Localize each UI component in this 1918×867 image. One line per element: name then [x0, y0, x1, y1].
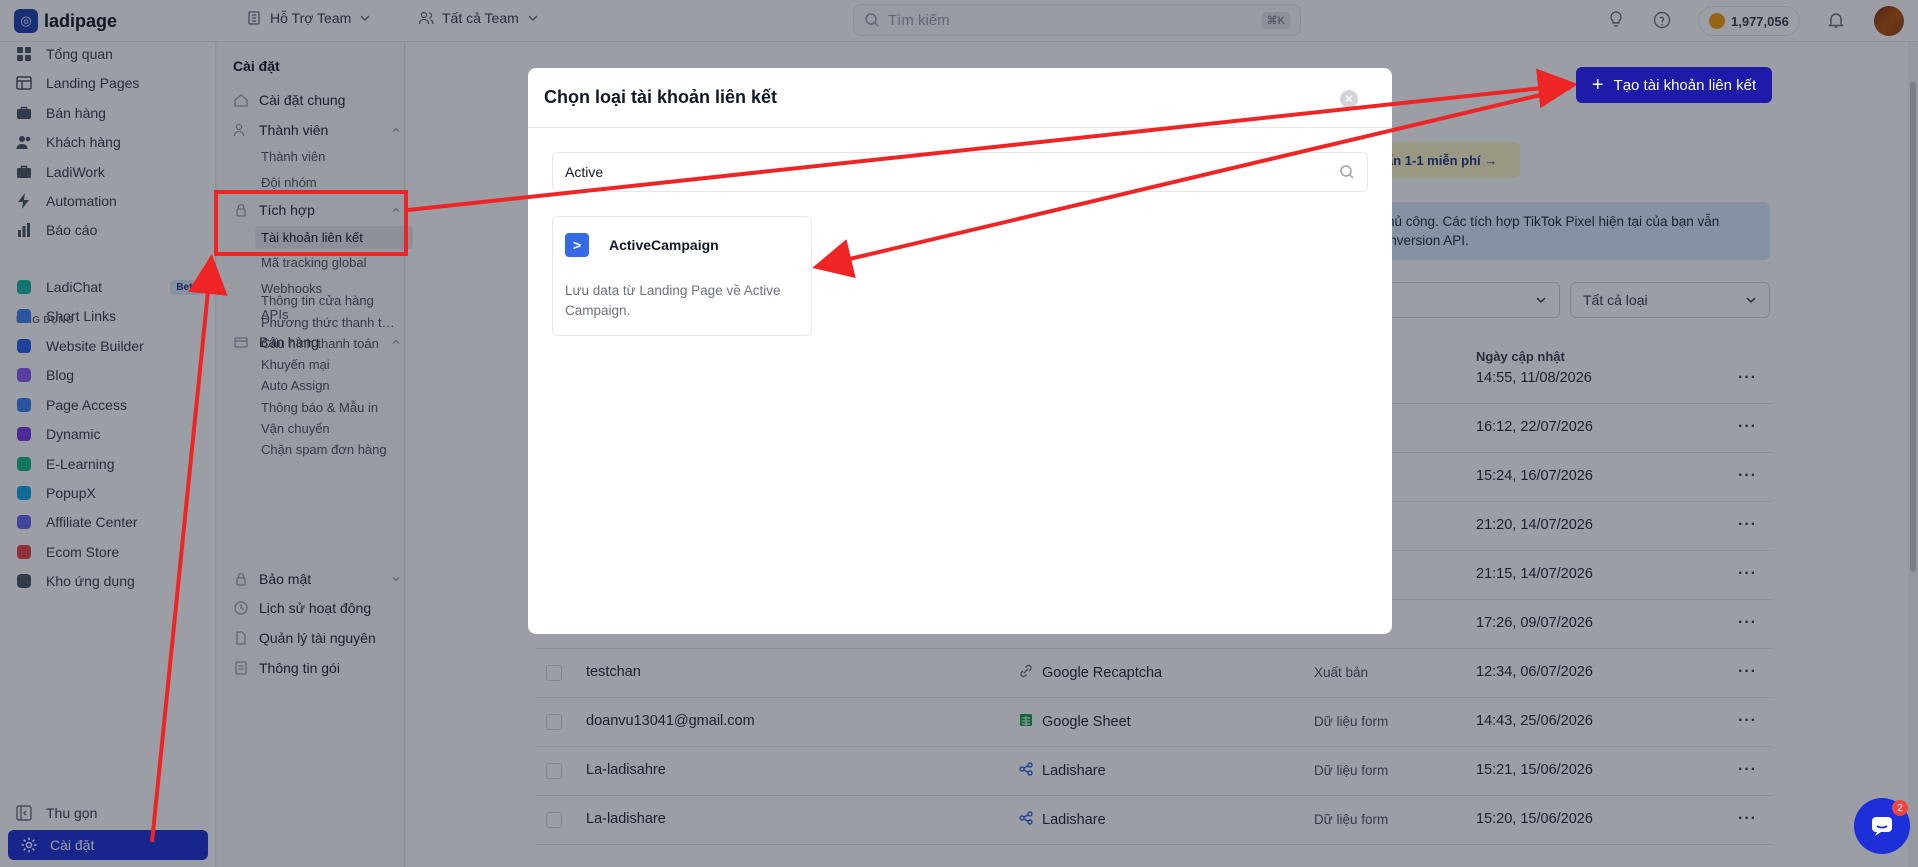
annotation-highlight-box [214, 190, 408, 256]
card-title: ActiveCampaign [609, 237, 719, 253]
integration-search-field[interactable] [552, 152, 1368, 192]
activecampaign-logo-icon: > [565, 233, 589, 257]
search-icon [1340, 165, 1354, 179]
select-linked-account-type-modal: Chọn loại tài khoản liên kết ✕ > ActiveC… [528, 68, 1392, 634]
close-icon[interactable]: ✕ [1340, 90, 1358, 108]
create-linked-account-button[interactable]: + Tạo tài khoản liên kết [1576, 67, 1772, 103]
activecampaign-card[interactable]: > ActiveCampaign Lưu data từ Landing Pag… [552, 216, 812, 336]
card-description: Lưu data từ Landing Page về Active Campa… [565, 283, 781, 318]
integration-search-input[interactable] [565, 164, 1339, 180]
plus-icon: + [1591, 74, 1604, 96]
modal-header: Chọn loại tài khoản liên kết ✕ [528, 68, 1392, 128]
modal-title: Chọn loại tài khoản liên kết [544, 87, 778, 107]
chat-bubble-icon [1872, 817, 1892, 836]
chat-unread-badge: 2 [1892, 800, 1908, 816]
create-button-label: Tạo tài khoản liên kết [1613, 76, 1757, 94]
